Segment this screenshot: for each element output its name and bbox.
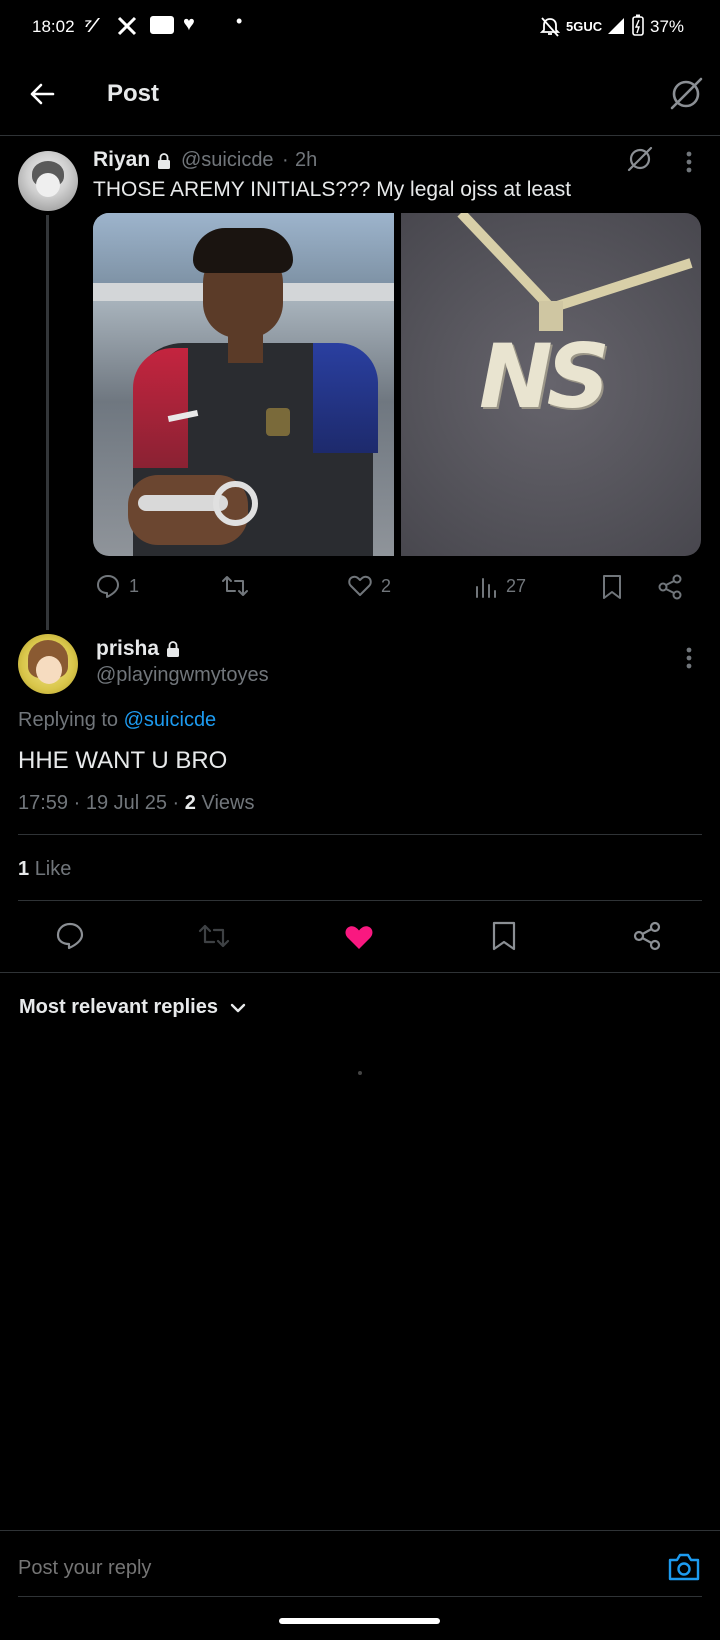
reply-icon-large[interactable]	[55, 921, 85, 951]
reply-timestamp: 17:59 · 19 Jul 25 ·	[18, 792, 185, 814]
sort-label: Most relevant replies	[19, 996, 218, 1018]
riyan-display-name[interactable]: Riyan	[93, 148, 150, 172]
battery-percent: 37%	[650, 17, 685, 36]
bookmark-icon[interactable]	[601, 574, 623, 600]
camera-icon[interactable]	[667, 1551, 701, 1583]
prisha-avatar[interactable]	[18, 634, 78, 694]
composer-divider	[0, 1530, 720, 1531]
app-notification-icon: ⁷⁄	[84, 15, 95, 37]
share-icon-large[interactable]	[632, 921, 662, 951]
prisha-display-name[interactable]: prisha	[96, 637, 159, 661]
heart-outline-icon[interactable]	[347, 573, 373, 599]
replying-to-handle-link[interactable]: @suicicde	[124, 709, 217, 731]
analytics-icon[interactable]	[474, 573, 498, 599]
reply-icon[interactable]	[95, 573, 121, 599]
post-text: THOSE AREMY INITIALS??? My legal ojss at…	[93, 178, 572, 201]
replying-to-label: Replying to	[18, 709, 119, 731]
barca-crest	[266, 408, 290, 436]
riyan-handle[interactable]: @suicicde	[181, 149, 274, 172]
riyan-avatar[interactable]	[18, 151, 78, 211]
replying-to-line: Replying to @suicicde	[18, 709, 216, 732]
photo-necklace-closeup[interactable]: NS	[401, 213, 701, 556]
post-relative-time: 2h	[295, 149, 318, 171]
reply-input[interactable]	[18, 1553, 608, 1583]
reply-count: 1	[129, 575, 140, 596]
back-arrow-icon[interactable]	[28, 80, 56, 108]
reply-views-count: 2	[184, 792, 196, 814]
battery-icon	[632, 14, 644, 36]
gesture-nav-bar[interactable]	[279, 1618, 440, 1624]
prisha-handle[interactable]: @playingwmytoyes	[96, 664, 269, 687]
repost-icon-large[interactable]	[198, 921, 230, 951]
grok-icon[interactable]	[668, 76, 704, 112]
likes-summary-count: 1	[18, 858, 30, 880]
likes-summary[interactable]: 1 Like	[18, 858, 71, 881]
stats-divider	[18, 900, 702, 901]
views-action[interactable]: 27	[474, 573, 526, 599]
protected-lock-icon-2	[167, 641, 179, 657]
loading-indicator	[358, 1071, 362, 1075]
signal-icon	[608, 18, 624, 34]
post-time-separator: ·	[282, 149, 289, 171]
grok-post-icon[interactable]	[626, 145, 654, 173]
more-options-icon[interactable]	[686, 150, 692, 174]
composer-bottom-divider	[18, 1596, 702, 1597]
chevron-down-icon	[230, 1003, 246, 1012]
network-type: 5GUC	[566, 19, 603, 34]
reply-text: HHE WANT U BRO	[18, 747, 228, 774]
like-action[interactable]: 2	[347, 573, 391, 599]
actions-divider	[0, 972, 720, 973]
app-notification-icon-2	[150, 16, 174, 34]
heart-notification-icon: ♥	[183, 13, 195, 35]
status-bar: 18:02 ⁷⁄ ♥ • 5GUC 37%	[0, 0, 720, 54]
more-options-icon-2[interactable]	[686, 646, 692, 670]
repost-action[interactable]	[221, 573, 249, 599]
reply-meta: 17:59 · 19 Jul 25 · 2 Views	[18, 792, 254, 815]
heart-filled-icon[interactable]	[344, 923, 374, 951]
top-app-bar: Post	[0, 54, 720, 136]
reply-action[interactable]: 1	[95, 573, 139, 599]
repost-icon[interactable]	[221, 573, 249, 599]
page-title: Post	[107, 80, 160, 107]
photo-person-in-barca-jersey[interactable]	[93, 213, 394, 556]
share-icon[interactable]	[657, 574, 683, 600]
status-time: 18:02	[32, 17, 75, 36]
dot-icon: •	[236, 11, 243, 31]
pendant-initials: NS	[479, 325, 610, 428]
like-count: 2	[381, 575, 392, 596]
view-count: 27	[506, 575, 527, 596]
meta-divider	[18, 834, 702, 835]
protected-lock-icon	[158, 153, 170, 169]
thread-line	[46, 215, 49, 630]
mute-icon	[540, 17, 560, 37]
header-divider	[0, 135, 720, 136]
post-media-grid: NS	[93, 213, 701, 556]
replies-sort-dropdown[interactable]: Most relevant replies	[19, 996, 248, 1019]
likes-summary-label: Like	[34, 858, 72, 880]
x-logo-icon	[117, 16, 137, 36]
reply-views-label: Views	[201, 792, 255, 814]
bookmark-icon-large[interactable]	[491, 921, 517, 951]
